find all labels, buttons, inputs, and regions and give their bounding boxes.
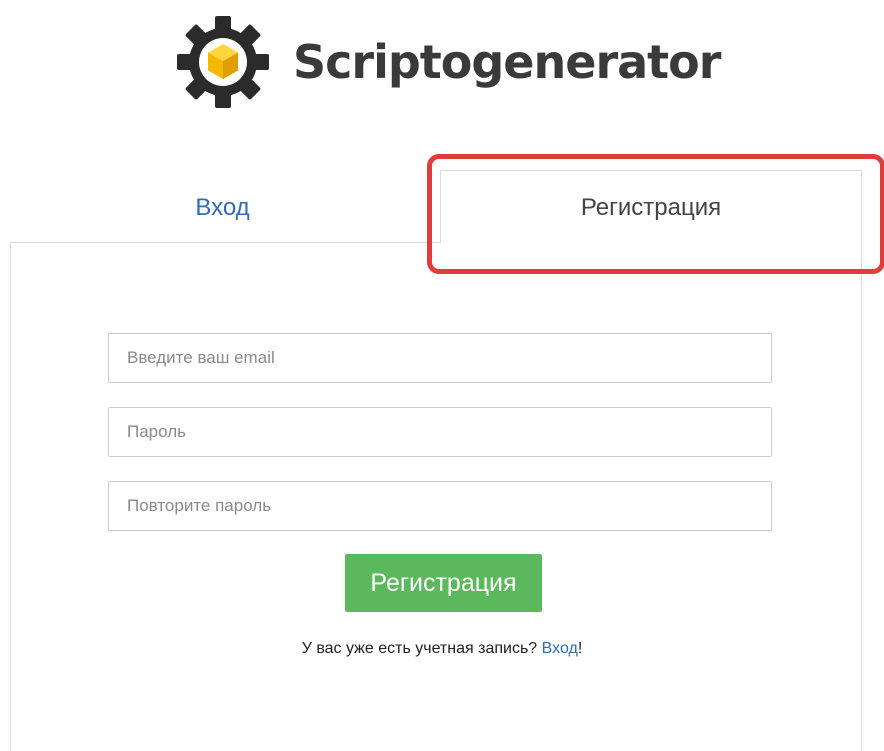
register-button[interactable]: Регистрация bbox=[345, 554, 542, 612]
brand-name: Scriptogenerator bbox=[293, 35, 721, 89]
login-link[interactable]: Вход bbox=[542, 640, 578, 657]
tab-registration[interactable]: Регистрация bbox=[440, 170, 862, 243]
tab-login[interactable]: Вход bbox=[10, 178, 435, 240]
login-prompt-text: У вас уже есть учетная запись? bbox=[301, 640, 538, 657]
password-repeat-input[interactable] bbox=[108, 481, 772, 531]
login-prompt-suffix: ! bbox=[577, 640, 583, 657]
login-prompt: У вас уже есть учетная запись? Вход! bbox=[0, 640, 884, 658]
email-input[interactable] bbox=[108, 333, 772, 383]
gear-cube-logo-icon bbox=[177, 16, 269, 108]
password-input[interactable] bbox=[108, 407, 772, 457]
registration-page: Scriptogenerator Вход Регистрация Регист… bbox=[0, 0, 884, 751]
